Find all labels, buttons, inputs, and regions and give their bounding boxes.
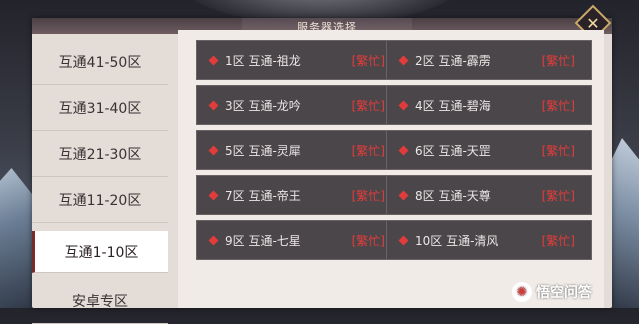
status-diamond-icon <box>398 55 409 65</box>
status-diamond-icon <box>208 190 219 200</box>
server-status: [繁忙] <box>351 98 385 113</box>
server-list: 1区 互通-祖龙 [繁忙] 2区 互通-霹雳 [繁忙] 3区 互通-龙吟 [繁忙… <box>178 30 604 308</box>
status-diamond-icon <box>208 100 219 110</box>
server-status: [繁忙] <box>351 188 385 203</box>
server-cell-10[interactable]: 10区 互通-清风 [繁忙] <box>386 220 592 260</box>
status-diamond-icon <box>208 235 219 245</box>
sidebar-item-label: 互通21-30区 <box>58 146 142 163</box>
server-name: 10区 互通-清风 <box>415 233 499 248</box>
sidebar-item-label: 互通41-50区 <box>58 54 142 71</box>
server-status: [繁忙] <box>541 233 575 248</box>
server-name: 4区 互通-碧海 <box>415 98 491 113</box>
server-status: [繁忙] <box>351 233 385 248</box>
server-status: [繁忙] <box>351 143 385 158</box>
server-cell-5[interactable]: 5区 互通-灵犀 [繁忙] <box>196 130 402 170</box>
sidebar-item-41-50[interactable]: 互通41-50区 <box>32 39 168 85</box>
sidebar-item-label: 互通1-10区 <box>64 244 139 261</box>
sidebar-item-11-20[interactable]: 互通11-20区 <box>32 177 168 223</box>
server-name: 3区 互通-龙吟 <box>225 98 301 113</box>
sidebar-item-label: 互通11-20区 <box>58 192 142 209</box>
server-cell-4[interactable]: 4区 互通-碧海 [繁忙] <box>386 85 592 125</box>
server-name: 1区 互通-祖龙 <box>225 53 301 68</box>
server-name: 7区 互通-帝王 <box>225 188 301 203</box>
status-diamond-icon <box>208 145 219 155</box>
server-status: [繁忙] <box>351 53 385 68</box>
status-diamond-icon <box>208 55 219 65</box>
status-diamond-icon <box>398 100 409 110</box>
server-name: 2区 互通-霹雳 <box>415 53 491 68</box>
server-name: 8区 互通-天尊 <box>415 188 491 203</box>
status-diamond-icon <box>398 190 409 200</box>
server-cell-7[interactable]: 7区 互通-帝王 [繁忙] <box>196 175 402 215</box>
server-cell-1[interactable]: 1区 互通-祖龙 [繁忙] <box>196 40 402 80</box>
status-diamond-icon <box>398 235 409 245</box>
server-status: [繁忙] <box>541 98 575 113</box>
server-status: [繁忙] <box>541 188 575 203</box>
server-cell-8[interactable]: 8区 互通-天尊 [繁忙] <box>386 175 592 215</box>
server-name: 5区 互通-灵犀 <box>225 143 301 158</box>
server-name: 6区 互通-天罡 <box>415 143 491 158</box>
region-sidebar: 互通41-50区 互通31-40区 互通21-30区 互通11-20区 互通1-… <box>32 34 168 324</box>
server-status: [繁忙] <box>541 53 575 68</box>
sidebar-item-21-30[interactable]: 互通21-30区 <box>32 131 168 177</box>
watermark-logo-icon: ✺ <box>512 282 532 302</box>
watermark-text: 悟空问答 <box>536 285 592 301</box>
sidebar-item-1-10[interactable]: 互通1-10区 <box>32 231 168 273</box>
server-cell-6[interactable]: 6区 互通-天罡 [繁忙] <box>386 130 592 170</box>
sidebar-item-31-40[interactable]: 互通31-40区 <box>32 85 168 131</box>
sidebar-item-android[interactable]: 安卓专区 <box>32 278 168 324</box>
server-cell-2[interactable]: 2区 互通-霹雳 [繁忙] <box>386 40 592 80</box>
server-cell-9[interactable]: 9区 互通-七星 [繁忙] <box>196 220 402 260</box>
server-name: 9区 互通-七星 <box>225 233 301 248</box>
server-cell-3[interactable]: 3区 互通-龙吟 [繁忙] <box>196 85 402 125</box>
status-diamond-icon <box>398 145 409 155</box>
server-status: [繁忙] <box>541 143 575 158</box>
sidebar-item-label: 互通31-40区 <box>58 100 142 117</box>
watermark: ✺ 悟空问答 <box>512 282 592 302</box>
